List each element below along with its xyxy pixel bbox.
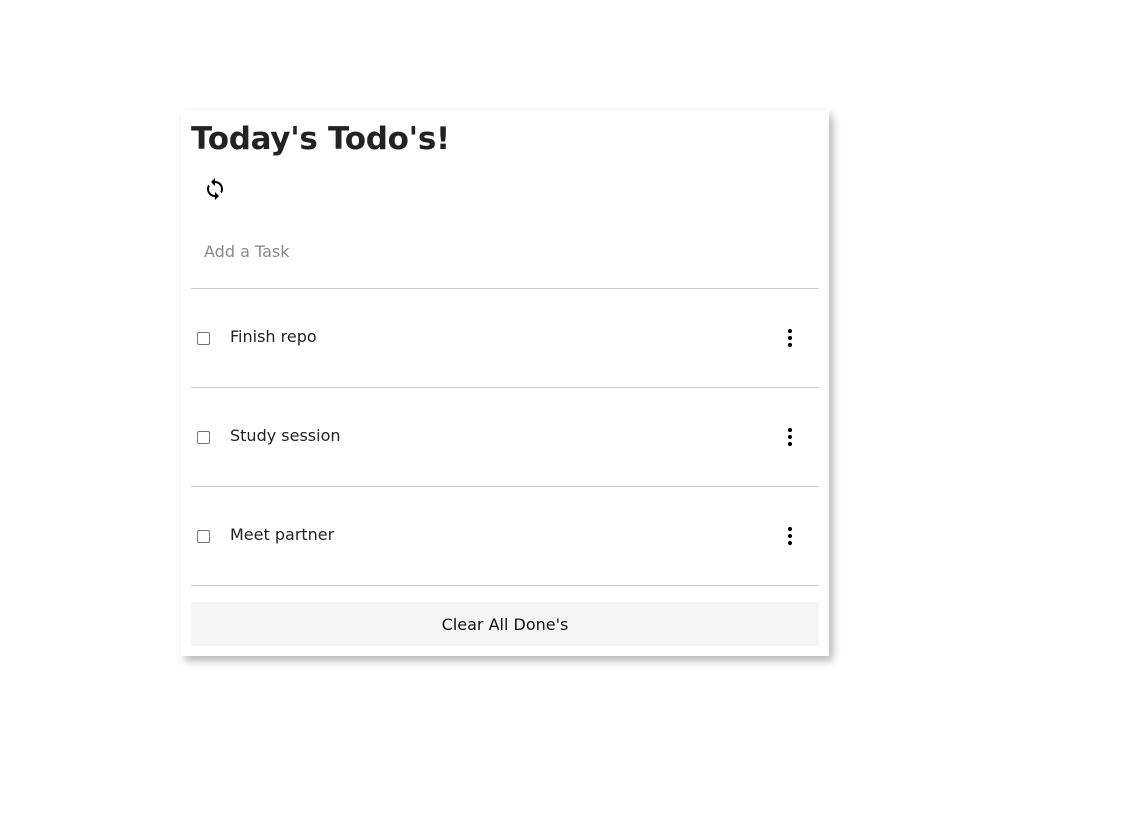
task-label: Meet partner <box>230 525 335 544</box>
task-checkbox[interactable] <box>197 431 210 444</box>
task-label: Finish repo <box>230 327 317 346</box>
task-checkbox[interactable] <box>197 530 210 543</box>
refresh-icon[interactable] <box>203 177 227 201</box>
task-checkbox[interactable] <box>197 332 210 345</box>
todo-card: Today's Todo's! Finish repo Study sessio… <box>181 110 829 656</box>
more-vertical-icon[interactable] <box>778 326 802 350</box>
more-vertical-icon[interactable] <box>778 425 802 449</box>
clear-all-done-button[interactable]: Clear All Done's <box>191 602 819 646</box>
page-title: Today's Todo's! <box>191 121 450 157</box>
add-task-input[interactable] <box>191 227 819 289</box>
task-row: Finish repo <box>191 289 819 388</box>
task-label: Study session <box>230 426 341 445</box>
task-row: Study session <box>191 388 819 487</box>
task-row: Meet partner <box>191 487 819 586</box>
more-vertical-icon[interactable] <box>778 524 802 548</box>
task-list: Finish repo Study session Meet partner <box>191 289 819 586</box>
